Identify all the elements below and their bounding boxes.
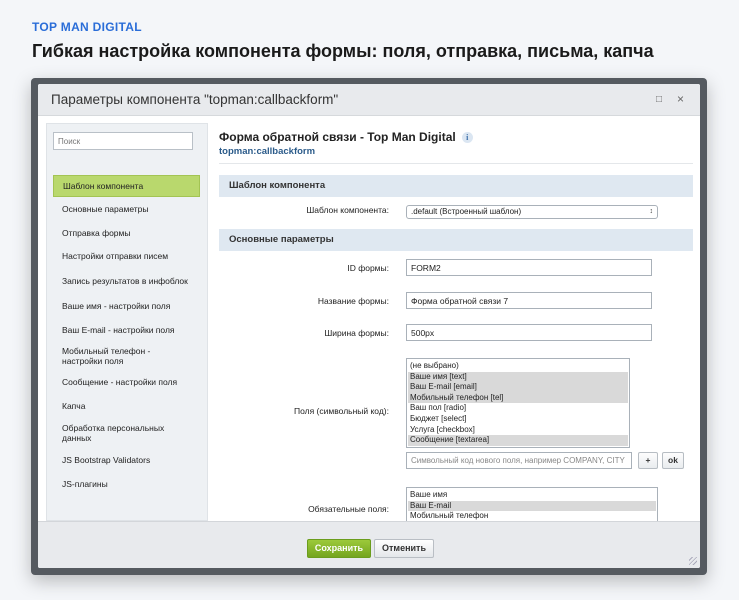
sidebar-item[interactable]: Настройки отправки писем (53, 244, 200, 267)
sidebar-menu: Шаблон компонента Основные параметры Отпра… (53, 175, 200, 496)
sidebar: Шаблон компонентаОсновные параметрыОтпра… (46, 123, 208, 521)
component-title-text: Форма обратной связи - Top Man Digital (219, 130, 456, 144)
section-template: Шаблон компонента (219, 175, 693, 197)
sidebar-item[interactable]: Шаблон компонента (53, 175, 200, 197)
sidebar-item[interactable]: Мобильный телефон - настройки поля (53, 341, 200, 370)
sidebar-item[interactable]: Обработка персональных данных (53, 417, 200, 448)
fields-label: Поля (символьный код): (293, 406, 389, 416)
template-select[interactable]: .default (Встроенный шаблон) ↕ (406, 205, 658, 219)
required-fields-label: Обязательные поля: (308, 504, 389, 514)
list-option[interactable]: Бюджет [select] (408, 414, 628, 425)
close-icon[interactable]: × (677, 92, 684, 106)
select-arrows-icon: ↕ (649, 208, 654, 215)
list-option[interactable]: Сообщение [textarea] (408, 435, 628, 446)
form-id-label: ID формы: (347, 263, 389, 273)
list-option[interactable]: Ваш E-mail [email] (408, 382, 628, 393)
sidebar-item[interactable]: Ваш E-mail - настройки поля (53, 318, 200, 341)
list-option[interactable]: Ваше имя (408, 490, 656, 501)
page-headline: Гибкая настройка компонента формы: поля,… (32, 41, 654, 61)
sidebar-item[interactable]: Запись результатов в инфоблок (53, 267, 200, 294)
sidebar-item[interactable]: JS-плагины (53, 472, 200, 496)
save-button[interactable]: Сохранить (307, 539, 371, 558)
dialog-body: Шаблон компонентаОсновные параметрыОтпра… (38, 117, 700, 521)
sidebar-item[interactable]: Отправка формы (53, 221, 200, 244)
brand-label: TOP MAN DIGITAL (32, 20, 142, 34)
sidebar-search-input[interactable] (53, 132, 193, 150)
template-select-value: .default (Встроенный шаблон) (411, 207, 522, 216)
section-main: Основные параметры (219, 229, 693, 251)
maximize-icon[interactable]: □ (656, 93, 662, 107)
content-panel: Форма обратной связи - Top Man Digital i… (219, 123, 694, 521)
list-option[interactable]: (не выбрано) (408, 361, 628, 372)
sidebar-item[interactable]: Капча (53, 394, 200, 417)
new-field-code-input[interactable] (406, 452, 632, 469)
component-params-dialog: Параметры компонента "topman:callbackfor… (38, 84, 700, 568)
sidebar-item[interactable]: Основные параметры (53, 197, 200, 221)
dialog-title: Параметры компонента "topman:callbackfor… (51, 92, 339, 107)
list-option[interactable]: Мобильный телефон (408, 511, 656, 521)
sidebar-item[interactable]: Ваше имя - настройки поля (53, 294, 200, 318)
form-name-label: Название формы: (317, 296, 389, 306)
header-divider (219, 163, 693, 164)
sidebar-item[interactable]: Сообщение - настройки поля (53, 370, 200, 394)
sidebar-item[interactable]: JS Bootstrap Validators (53, 448, 200, 472)
info-icon[interactable]: i (461, 131, 473, 143)
add-field-button[interactable]: + (638, 452, 658, 469)
list-option[interactable]: Мобильный телефон [tel] (408, 392, 628, 404)
form-name-input[interactable] (406, 292, 652, 309)
list-option[interactable]: Ваше имя [text] (408, 371, 628, 383)
dialog-titlebar[interactable]: Параметры компонента "topman:callbackfor… (38, 84, 700, 116)
ok-button[interactable]: ok (662, 452, 684, 469)
component-code: topman:callbackform (219, 146, 316, 157)
required-fields-multiselect[interactable]: Ваше имя Ваш E-mail Мобильный телефон (406, 487, 658, 521)
form-width-input[interactable] (406, 324, 652, 341)
dialog-footer: Сохранить Отменить (38, 521, 700, 568)
list-option[interactable]: Услуга [checkbox] (408, 425, 628, 436)
template-label: Шаблон компонента: (306, 205, 389, 215)
resize-handle[interactable] (689, 557, 697, 565)
form-width-label: Ширина формы: (324, 328, 389, 338)
component-title: Форма обратной связи - Top Man Digital i (219, 130, 473, 144)
fields-multiselect[interactable]: (не выбрано) Ваше имя [text] Ваш E-mail [e… (406, 358, 630, 448)
form-id-input[interactable] (406, 259, 652, 276)
cancel-button[interactable]: Отменить (374, 539, 434, 558)
list-option[interactable]: Ваш пол [radio] (408, 403, 628, 414)
list-option[interactable]: Ваш E-mail (408, 500, 656, 512)
